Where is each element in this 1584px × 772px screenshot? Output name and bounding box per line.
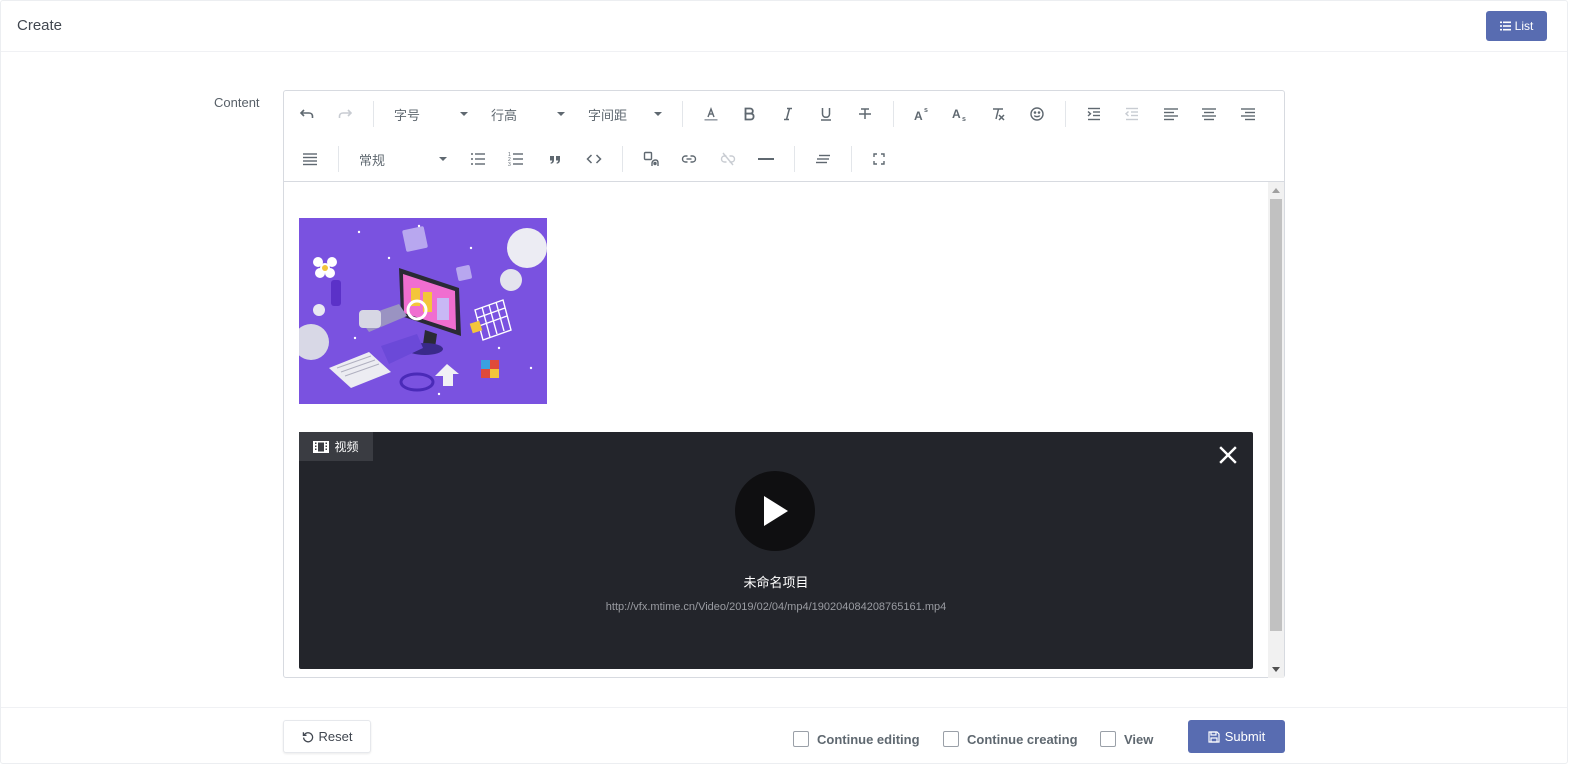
numbered-list-icon[interactable]: 123 (501, 144, 531, 174)
reset-icon (302, 731, 313, 742)
justify-icon[interactable] (295, 144, 325, 174)
line-height-label: 行高 (491, 107, 518, 123)
create-card: Create List Content 字号 行高 字间距 A s A s 常规… (0, 0, 1568, 764)
link-icon[interactable] (674, 144, 704, 174)
chevron-down-icon (460, 112, 468, 116)
content-label: Content (214, 95, 260, 110)
undo-icon[interactable] (292, 99, 322, 129)
workspace-illustration (299, 218, 547, 404)
italic-icon[interactable] (773, 99, 803, 129)
unlink-icon[interactable] (713, 144, 743, 174)
scroll-up-icon[interactable] (1272, 188, 1280, 193)
editor-content[interactable]: 视频 未命名项目 http://vfx.mtime.cn/Video/2019/… (284, 182, 1268, 678)
checkbox-box[interactable] (1100, 731, 1116, 747)
close-icon[interactable] (1217, 444, 1239, 466)
heading-dropdown[interactable]: 常规 (359, 144, 447, 174)
checkbox-box[interactable] (793, 731, 809, 747)
code-icon[interactable] (579, 144, 609, 174)
quote-icon[interactable] (540, 144, 570, 174)
chevron-down-icon (654, 112, 662, 116)
continue-editing-label: Continue editing (817, 731, 920, 747)
toolbar-separator (893, 101, 894, 127)
scroll-down-icon[interactable] (1272, 667, 1280, 672)
superscript-icon[interactable]: As (907, 99, 937, 129)
heading-label: 常规 (359, 152, 386, 168)
outdent-icon[interactable] (1117, 99, 1147, 129)
svg-text:A: A (914, 109, 923, 122)
continue-creating-label: Continue creating (967, 731, 1078, 747)
editor-scrollbar[interactable] (1268, 182, 1284, 678)
film-icon (313, 440, 330, 453)
bold-icon[interactable] (734, 99, 764, 129)
underline-icon[interactable] (811, 99, 841, 129)
emoji-icon[interactable] (1022, 99, 1052, 129)
letter-spacing-label: 字间距 (588, 107, 628, 123)
toolbar-separator (682, 101, 683, 127)
view-checkbox[interactable]: View (1100, 730, 1153, 748)
font-color-icon[interactable] (696, 99, 726, 129)
toolbar-separator (1065, 101, 1066, 127)
continue-creating-checkbox[interactable]: Continue creating (943, 730, 1078, 748)
play-icon (764, 496, 788, 526)
save-icon (1208, 730, 1220, 743)
align-left-icon[interactable] (1156, 99, 1186, 129)
horizontal-rule-icon[interactable] (751, 144, 781, 174)
video-embed[interactable]: 视频 未命名项目 http://vfx.mtime.cn/Video/2019/… (299, 432, 1253, 669)
toolbar-separator (373, 101, 374, 127)
list-button-label: List (1514, 19, 1534, 33)
svg-text:s: s (924, 107, 928, 114)
text-direction-icon[interactable] (808, 144, 838, 174)
toolbar-separator (338, 146, 339, 172)
toolbar-separator (794, 146, 795, 172)
form-footer: Reset Continue editing Continue creating… (1, 707, 1567, 765)
chevron-down-icon (439, 157, 447, 161)
fullscreen-icon[interactable] (864, 144, 894, 174)
editor-toolbar: 字号 行高 字间距 A s A s 常规 1 2 3 (284, 91, 1284, 182)
clear-format-icon[interactable] (983, 99, 1013, 129)
toolbar-separator (851, 146, 852, 172)
line-height-dropdown[interactable]: 行高 (491, 99, 565, 129)
video-url: http://vfx.mtime.cn/Video/2019/02/04/mp4… (605, 601, 947, 613)
align-center-icon[interactable] (1194, 99, 1224, 129)
video-tag: 视频 (299, 432, 373, 461)
svg-text:3: 3 (508, 162, 511, 167)
align-right-icon[interactable] (1233, 99, 1263, 129)
video-name: 未命名项目 (743, 575, 809, 590)
svg-text:s: s (962, 116, 966, 122)
subscript-icon[interactable]: As (945, 99, 975, 129)
font-size-label: 字号 (394, 107, 421, 123)
scrollbar-thumb[interactable] (1270, 199, 1282, 631)
bullet-list-icon[interactable] (463, 144, 493, 174)
toolbar-separator (622, 146, 623, 172)
chevron-down-icon (557, 112, 565, 116)
redo-icon[interactable] (330, 99, 360, 129)
page-title: Create (17, 17, 63, 34)
reset-button[interactable]: Reset (283, 720, 371, 753)
video-tag-label: 视频 (334, 440, 359, 454)
play-button[interactable] (735, 471, 815, 551)
list-icon (1499, 21, 1511, 31)
checkbox-box[interactable] (943, 731, 959, 747)
rich-text-editor: 字号 行高 字间距 A s A s 常规 1 2 3 视频 未命名项目 http… (283, 90, 1285, 678)
strikethrough-icon[interactable] (850, 99, 880, 129)
view-label: View (1124, 731, 1154, 747)
inserted-image[interactable] (299, 218, 547, 404)
continue-editing-checkbox[interactable]: Continue editing (793, 730, 920, 748)
reset-button-label: Reset (318, 729, 353, 744)
font-size-dropdown[interactable]: 字号 (394, 99, 468, 129)
submit-button-label: Submit (1224, 729, 1266, 744)
svg-text:A: A (952, 107, 961, 121)
list-button[interactable]: List (1486, 11, 1547, 41)
submit-button[interactable]: Submit (1188, 720, 1285, 753)
media-icon[interactable] (636, 144, 666, 174)
card-header: Create List (1, 1, 1567, 52)
letter-spacing-dropdown[interactable]: 字间距 (588, 99, 662, 129)
indent-icon[interactable] (1079, 99, 1109, 129)
